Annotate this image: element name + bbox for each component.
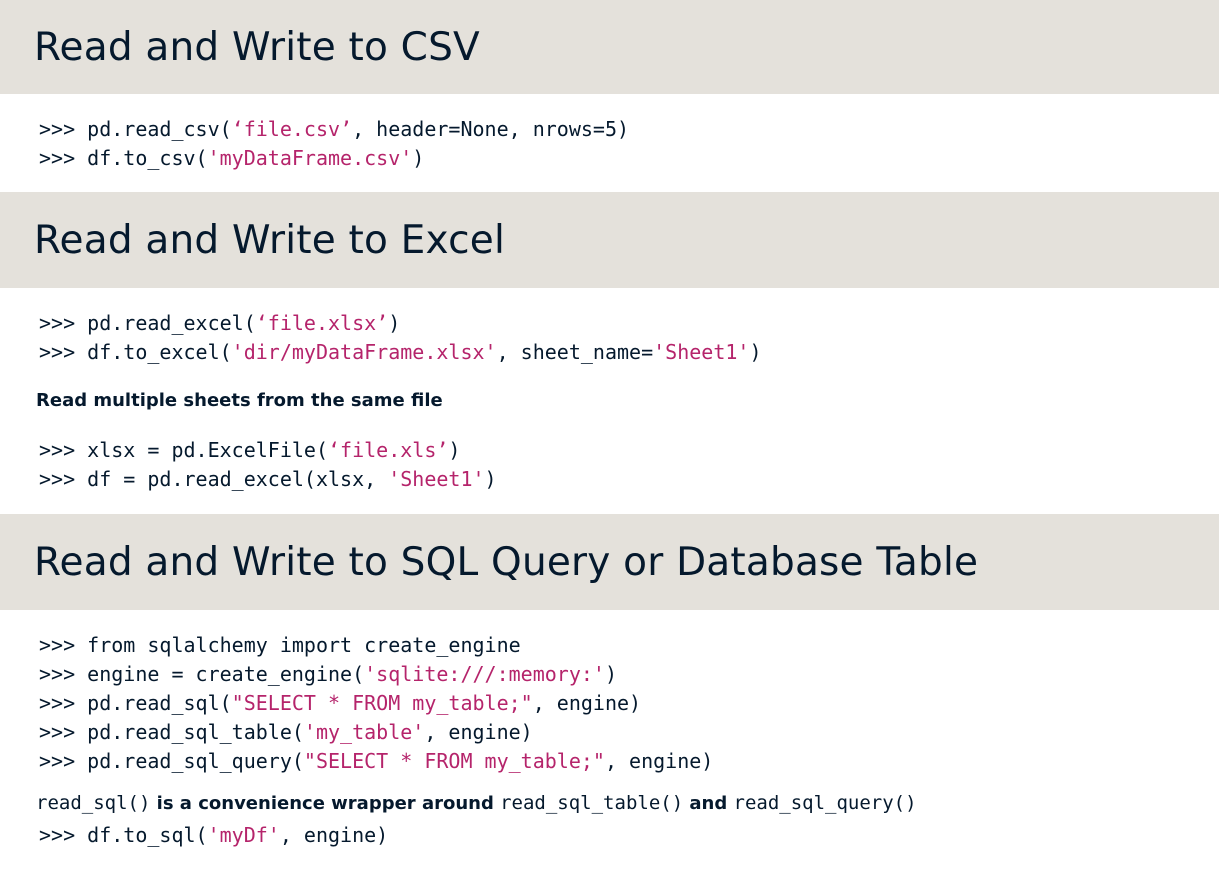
code-line: >>> from sqlalchemy import create_engine [39, 633, 521, 657]
section-title: Read and Write to CSV [34, 24, 480, 70]
code-block: >>> df.to_sql('myDf', engine) [39, 821, 388, 850]
section-body-sql: >>> from sqlalchemy import create_engine… [0, 610, 1219, 875]
section-header-excel: Read and Write to Excel [0, 192, 1219, 288]
code-line: >>> pd.read_sql_query("SELECT * FROM my_… [39, 749, 714, 773]
code-line: >>> pd.read_excel(‘file.xlsx’) [39, 311, 401, 335]
code-block: >>> from sqlalchemy import create_engine… [39, 631, 713, 776]
section-header-csv: Read and Write to CSV [0, 0, 1219, 94]
code-block: >>> pd.read_excel(‘file.xlsx’) >>> df.to… [39, 309, 762, 367]
section-body-excel: >>> pd.read_excel(‘file.xlsx’) >>> df.to… [0, 288, 1219, 514]
code-line: >>> df.to_excel('dir/myDataFrame.xlsx', … [39, 340, 762, 364]
code-line: >>> df.to_csv('myDataFrame.csv') [39, 146, 425, 170]
inline-code: read_sql_table() [500, 792, 684, 814]
code-line: >>> pd.read_sql_table('my_table', engine… [39, 720, 533, 744]
inline-code: read_sql_query() [733, 792, 917, 814]
code-line: >>> df = pd.read_excel(xlsx, 'Sheet1') [39, 467, 497, 491]
convenience-note: read_sql() is a convenience wrapper arou… [36, 792, 917, 814]
code-line: >>> pd.read_sql("SELECT * FROM my_table;… [39, 691, 642, 715]
section-header-sql: Read and Write to SQL Query or Database … [0, 514, 1219, 610]
section-body-csv: >>> pd.read_csv(‘file.csv’, header=None,… [0, 94, 1219, 192]
section-title: Read and Write to SQL Query or Database … [34, 539, 979, 585]
code-line: >>> engine = create_engine('sqlite:///:m… [39, 662, 617, 686]
code-block: >>> xlsx = pd.ExcelFile(‘file.xls’) >>> … [39, 436, 497, 494]
inline-code: read_sql() [36, 792, 151, 814]
section-title: Read and Write to Excel [34, 217, 505, 263]
code-block: >>> pd.read_csv(‘file.csv’, header=None,… [39, 115, 629, 173]
subheading-note: Read multiple sheets from the same file [36, 390, 443, 411]
code-line: >>> df.to_sql('myDf', engine) [39, 823, 389, 847]
code-line: >>> xlsx = pd.ExcelFile(‘file.xls’) [39, 438, 461, 462]
code-line: >>> pd.read_csv(‘file.csv’, header=None,… [39, 117, 630, 141]
